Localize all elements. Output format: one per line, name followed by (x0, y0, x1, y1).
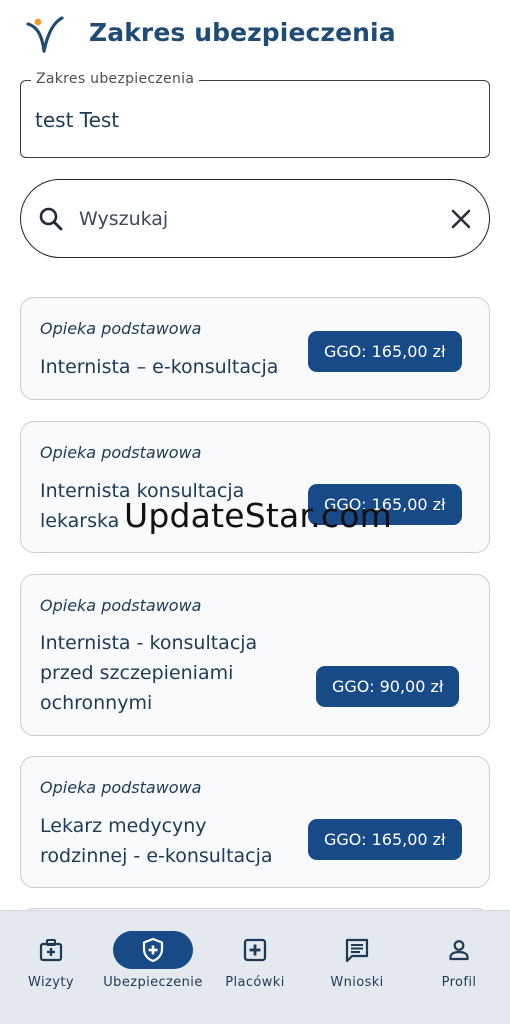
price-badge: GGO: 165,00 zł (308, 819, 462, 860)
nav-item-wizyty[interactable]: Wizyty (0, 911, 102, 1024)
search-icon (39, 207, 63, 231)
nav-label: Wnioski (330, 975, 384, 990)
insurance-scope-field[interactable]: Zakres ubezpieczenia test Test (20, 71, 490, 158)
card-title-line: przed szczepieniami (40, 662, 234, 684)
card-title-line: ochronnymi (40, 692, 153, 714)
card-category: Opieka podstawowa (40, 443, 202, 462)
nav-label: Placówki (225, 975, 285, 990)
nav-icon-container (113, 931, 193, 969)
service-card[interactable]: Opieka podstawowa Internista – e-konsult… (20, 297, 490, 400)
logo-icon (26, 16, 64, 53)
hospital-box-icon (243, 938, 267, 962)
nav-item-wnioski[interactable]: Wnioski (306, 911, 408, 1024)
nav-icon-container (419, 931, 499, 969)
card-title-line: rodzinnej - e-konsultacja (40, 845, 273, 867)
nav-item-placowki[interactable]: Placówki (204, 911, 306, 1024)
nav-label: Profil (441, 975, 477, 990)
card-title: Lekarz medycyny rodzinnej - e-konsultacj… (40, 811, 273, 871)
shield-plus-icon (142, 937, 164, 963)
nav-icon-container (215, 931, 295, 969)
close-icon[interactable] (447, 205, 475, 233)
search-input[interactable] (79, 200, 419, 238)
bottom-navigation: Wizyty Ubezpieczenie Placówki Wnioski Pr… (0, 910, 510, 1024)
insurance-scope-value: test Test (35, 108, 120, 132)
nav-item-profil[interactable]: Profil (408, 911, 510, 1024)
header: Zakres ubezpieczenia (0, 0, 510, 70)
card-title-line: Internista – e-konsultacja (40, 356, 279, 378)
price-badge: GGO: 90,00 zł (316, 666, 460, 707)
card-category: Opieka podstawowa (40, 778, 202, 797)
search-bar[interactable] (20, 179, 490, 258)
message-text-icon (345, 938, 369, 963)
card-title: Internista – e-konsultacja (40, 352, 278, 382)
nav-label: Wizyty (28, 975, 74, 990)
nav-item-ubezpieczenie[interactable]: Ubezpieczenie (102, 911, 204, 1024)
app-screen: Zakres ubezpieczenia Zakres ubezpieczeni… (0, 0, 510, 1024)
card-title-line: Internista - konsultacja (40, 632, 258, 654)
page-title: Zakres ubezpieczenia (89, 18, 396, 47)
nav-label: Ubezpieczenie (103, 975, 203, 990)
person-icon (449, 940, 469, 961)
card-title-line: Lekarz medycyny (40, 815, 207, 837)
nav-icon-container (11, 931, 91, 969)
card-category: Opieka podstawowa (40, 596, 202, 615)
card-category: Opieka podstawowa (40, 319, 202, 338)
card-title: Internista - konsultacja przed szczepien… (40, 628, 257, 718)
service-card[interactable]: Opieka podstawowa Internista - konsultac… (20, 574, 490, 736)
nav-icon-container (317, 931, 397, 969)
medical-bag-icon (39, 939, 63, 962)
watermark: UpdateStar.com (124, 496, 392, 535)
insurance-scope-label: Zakres ubezpieczenia (31, 71, 200, 87)
price-badge: GGO: 165,00 zł (308, 331, 462, 372)
service-card[interactable]: Opieka podstawowa Lekarz medycyny rodzin… (20, 756, 490, 888)
